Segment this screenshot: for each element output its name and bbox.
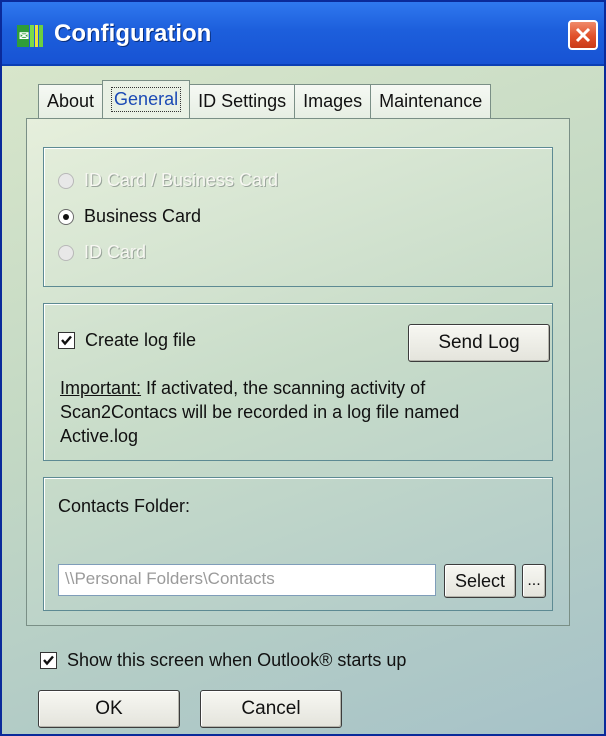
contacts-folder-field[interactable]: \\Personal Folders\Contacts xyxy=(58,564,436,596)
radio-label: ID Card xyxy=(84,242,147,262)
checkbox-label: Show this screen when Outlook® starts up xyxy=(67,650,407,670)
window-title: Configuration xyxy=(54,20,212,47)
title-bar[interactable]: ✉ Configuration xyxy=(2,2,604,66)
svg-text:✉: ✉ xyxy=(19,29,29,43)
tab-label: Maintenance xyxy=(379,91,483,111)
show-on-startup-checkbox[interactable]: Show this screen when Outlook® starts up xyxy=(40,650,406,671)
ok-button[interactable]: OK xyxy=(38,690,180,728)
checkbox-icon xyxy=(58,332,75,349)
contacts-folder-group: Contacts Folder: \\Personal Folders\Cont… xyxy=(43,477,553,611)
log-note: Important: If activated, the scanning ac… xyxy=(60,376,540,448)
card-type-group: ID Card / Business Card Business Card ID… xyxy=(43,147,553,287)
radio-label: ID Card / Business Card xyxy=(84,170,279,190)
radio-icon xyxy=(58,244,74,261)
radio-id-card[interactable]: ID Card xyxy=(58,242,146,263)
create-log-checkbox[interactable]: Create log file xyxy=(58,330,196,351)
log-group: Create log file Send Log Important: If a… xyxy=(43,303,553,461)
checkbox-label: Create log file xyxy=(85,330,197,350)
tab-strip: About General ID Settings Images Mainten… xyxy=(38,80,492,118)
send-log-button[interactable]: Send Log xyxy=(408,324,550,362)
tab-label: About xyxy=(47,91,95,111)
radio-id-business-card[interactable]: ID Card / Business Card xyxy=(58,170,278,191)
cancel-button[interactable]: Cancel xyxy=(200,690,342,728)
configuration-window: ✉ Configuration About General ID Setting… xyxy=(0,0,606,736)
radio-icon xyxy=(58,172,74,189)
close-button[interactable] xyxy=(568,20,598,50)
tab-id-settings[interactable]: ID Settings xyxy=(189,84,296,118)
tab-about[interactable]: About xyxy=(38,84,104,118)
radio-selected-dot xyxy=(63,213,69,220)
general-panel: ID Card / Business Card Business Card ID… xyxy=(26,118,570,626)
select-button[interactable]: Select xyxy=(444,564,516,598)
tab-label: ID Settings xyxy=(198,91,287,111)
tab-label: Images xyxy=(303,91,363,111)
radio-icon xyxy=(58,208,74,225)
radio-label: Business Card xyxy=(84,206,202,226)
app-icon: ✉ xyxy=(16,22,44,50)
browse-button[interactable]: ... xyxy=(522,564,546,598)
tab-maintenance[interactable]: Maintenance xyxy=(370,84,492,118)
radio-business-card[interactable]: Business Card xyxy=(58,206,201,227)
note-label: Important: xyxy=(60,378,142,398)
checkbox-icon xyxy=(40,652,57,669)
contacts-folder-label: Contacts Folder: xyxy=(58,496,191,516)
tab-general[interactable]: General xyxy=(102,80,191,118)
tab-images[interactable]: Images xyxy=(294,84,372,118)
close-icon xyxy=(575,27,591,43)
tab-label: General xyxy=(111,87,182,112)
